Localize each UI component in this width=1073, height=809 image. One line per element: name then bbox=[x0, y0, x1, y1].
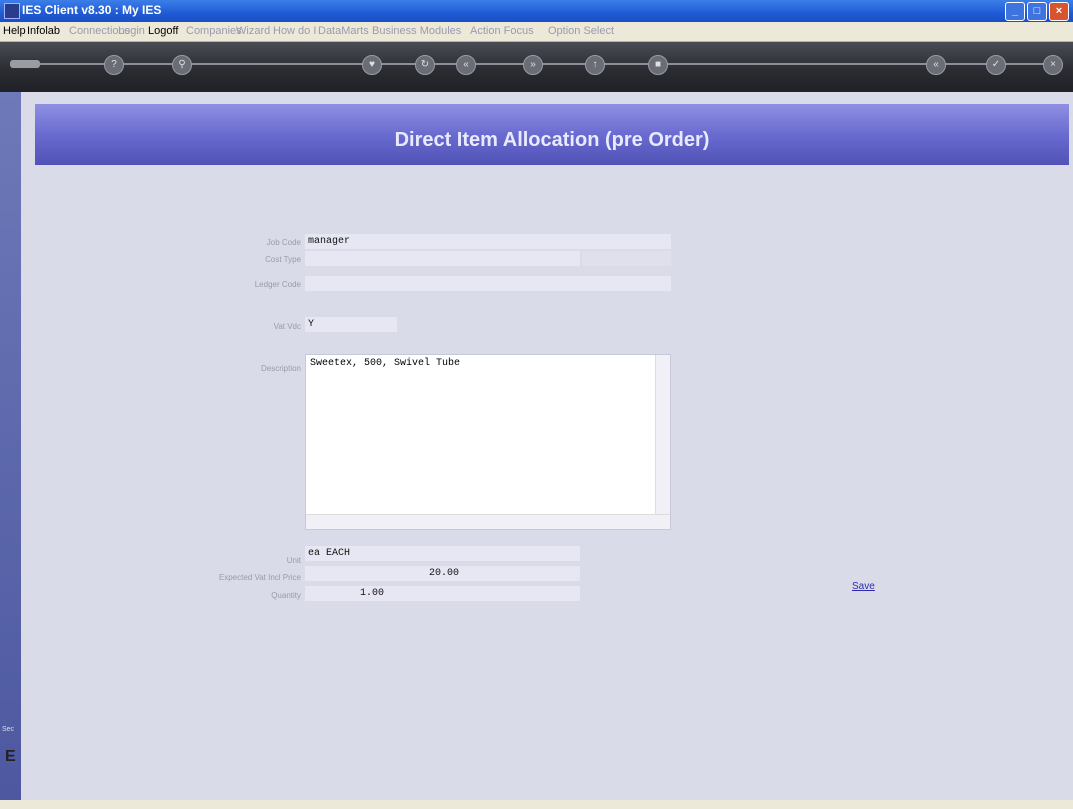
status-bar bbox=[0, 800, 1073, 809]
menu-companies[interactable]: Companies bbox=[186, 25, 242, 37]
forward-icon[interactable]: » bbox=[523, 55, 543, 75]
cost-type-label: Cost Type bbox=[265, 255, 301, 264]
cost-type-lookup[interactable] bbox=[582, 251, 671, 266]
expected-price-field[interactable]: 20.00 bbox=[305, 566, 580, 581]
menu-wizard[interactable]: Wizard bbox=[236, 25, 270, 37]
search-icon[interactable]: ⚲ bbox=[172, 55, 192, 75]
menu-business-modules[interactable]: Business Modules bbox=[372, 25, 461, 37]
quantity-field[interactable]: 1.00 bbox=[305, 586, 580, 601]
vertical-scrollbar[interactable] bbox=[655, 355, 670, 515]
page-header: Direct Item Allocation (pre Order) bbox=[35, 104, 1069, 165]
menu-infolab[interactable]: Infolab bbox=[27, 25, 60, 37]
description-label: Description bbox=[260, 364, 301, 373]
menu-how-do-i[interactable]: How do I bbox=[273, 25, 316, 37]
window-title-bar: IES Client v8.30 : My IES _ □ × bbox=[0, 0, 1073, 22]
job-code-label: Job Code bbox=[266, 238, 301, 247]
quantity-label: Quantity bbox=[271, 591, 301, 600]
app-icon bbox=[4, 3, 20, 19]
page-title: Direct Item Allocation (pre Order) bbox=[394, 129, 710, 151]
ledger-code-field[interactable] bbox=[305, 276, 671, 291]
vat-vdc-field[interactable]: Y bbox=[305, 317, 397, 332]
check-icon[interactable]: ✓ bbox=[986, 55, 1006, 75]
unit-field[interactable]: ea EACH bbox=[305, 546, 580, 561]
square-icon[interactable]: ■ bbox=[648, 55, 668, 75]
cancel-icon[interactable]: × bbox=[1043, 55, 1063, 75]
refresh-icon[interactable]: ↻ bbox=[415, 55, 435, 75]
description-text: Sweetex, 500, Swivel Tube bbox=[310, 358, 461, 369]
toolbar: ? ⚲ ♥ ↻ « » ↑ ■ « ✓ × bbox=[0, 42, 1073, 92]
close-button[interactable]: × bbox=[1049, 2, 1069, 21]
ledger-code-label: Ledger Code bbox=[254, 280, 301, 289]
description-textarea[interactable]: Sweetex, 500, Swivel Tube bbox=[305, 354, 671, 530]
menu-login[interactable]: Login bbox=[118, 25, 145, 37]
menu-logoff[interactable]: Logoff bbox=[148, 25, 178, 37]
unit-label: Unit bbox=[286, 556, 301, 565]
key-icon[interactable] bbox=[10, 60, 40, 68]
expected-price-label: Expected Vat Incl Price bbox=[218, 573, 301, 582]
rewind-icon[interactable]: « bbox=[456, 55, 476, 75]
menu-action-focus[interactable]: Action Focus bbox=[470, 25, 534, 37]
job-code-field[interactable]: manager bbox=[305, 234, 671, 249]
up-icon[interactable]: ↑ bbox=[585, 55, 605, 75]
side-strip bbox=[0, 92, 21, 800]
back-icon[interactable]: « bbox=[926, 55, 946, 75]
cost-type-field[interactable] bbox=[305, 251, 580, 266]
menu-option-select[interactable]: Option Select bbox=[548, 25, 614, 37]
minimize-button[interactable]: _ bbox=[1005, 2, 1025, 21]
help-icon[interactable]: ? bbox=[104, 55, 124, 75]
side-strip-label: Sec bbox=[2, 726, 15, 733]
side-strip-letter: E bbox=[5, 748, 16, 765]
save-link[interactable]: Save bbox=[852, 581, 875, 592]
heart-icon[interactable]: ♥ bbox=[362, 55, 382, 75]
horizontal-scrollbar[interactable] bbox=[306, 514, 670, 529]
menu-bar: Help Infolab Connections Login Logoff Co… bbox=[0, 22, 1073, 42]
maximize-button[interactable]: □ bbox=[1027, 2, 1047, 21]
menu-datamarts[interactable]: DataMarts bbox=[318, 25, 369, 37]
window-title: IES Client v8.30 : My IES bbox=[22, 3, 162, 17]
vat-vdc-label: Vat Vdc bbox=[273, 322, 301, 331]
menu-help[interactable]: Help bbox=[3, 25, 26, 37]
